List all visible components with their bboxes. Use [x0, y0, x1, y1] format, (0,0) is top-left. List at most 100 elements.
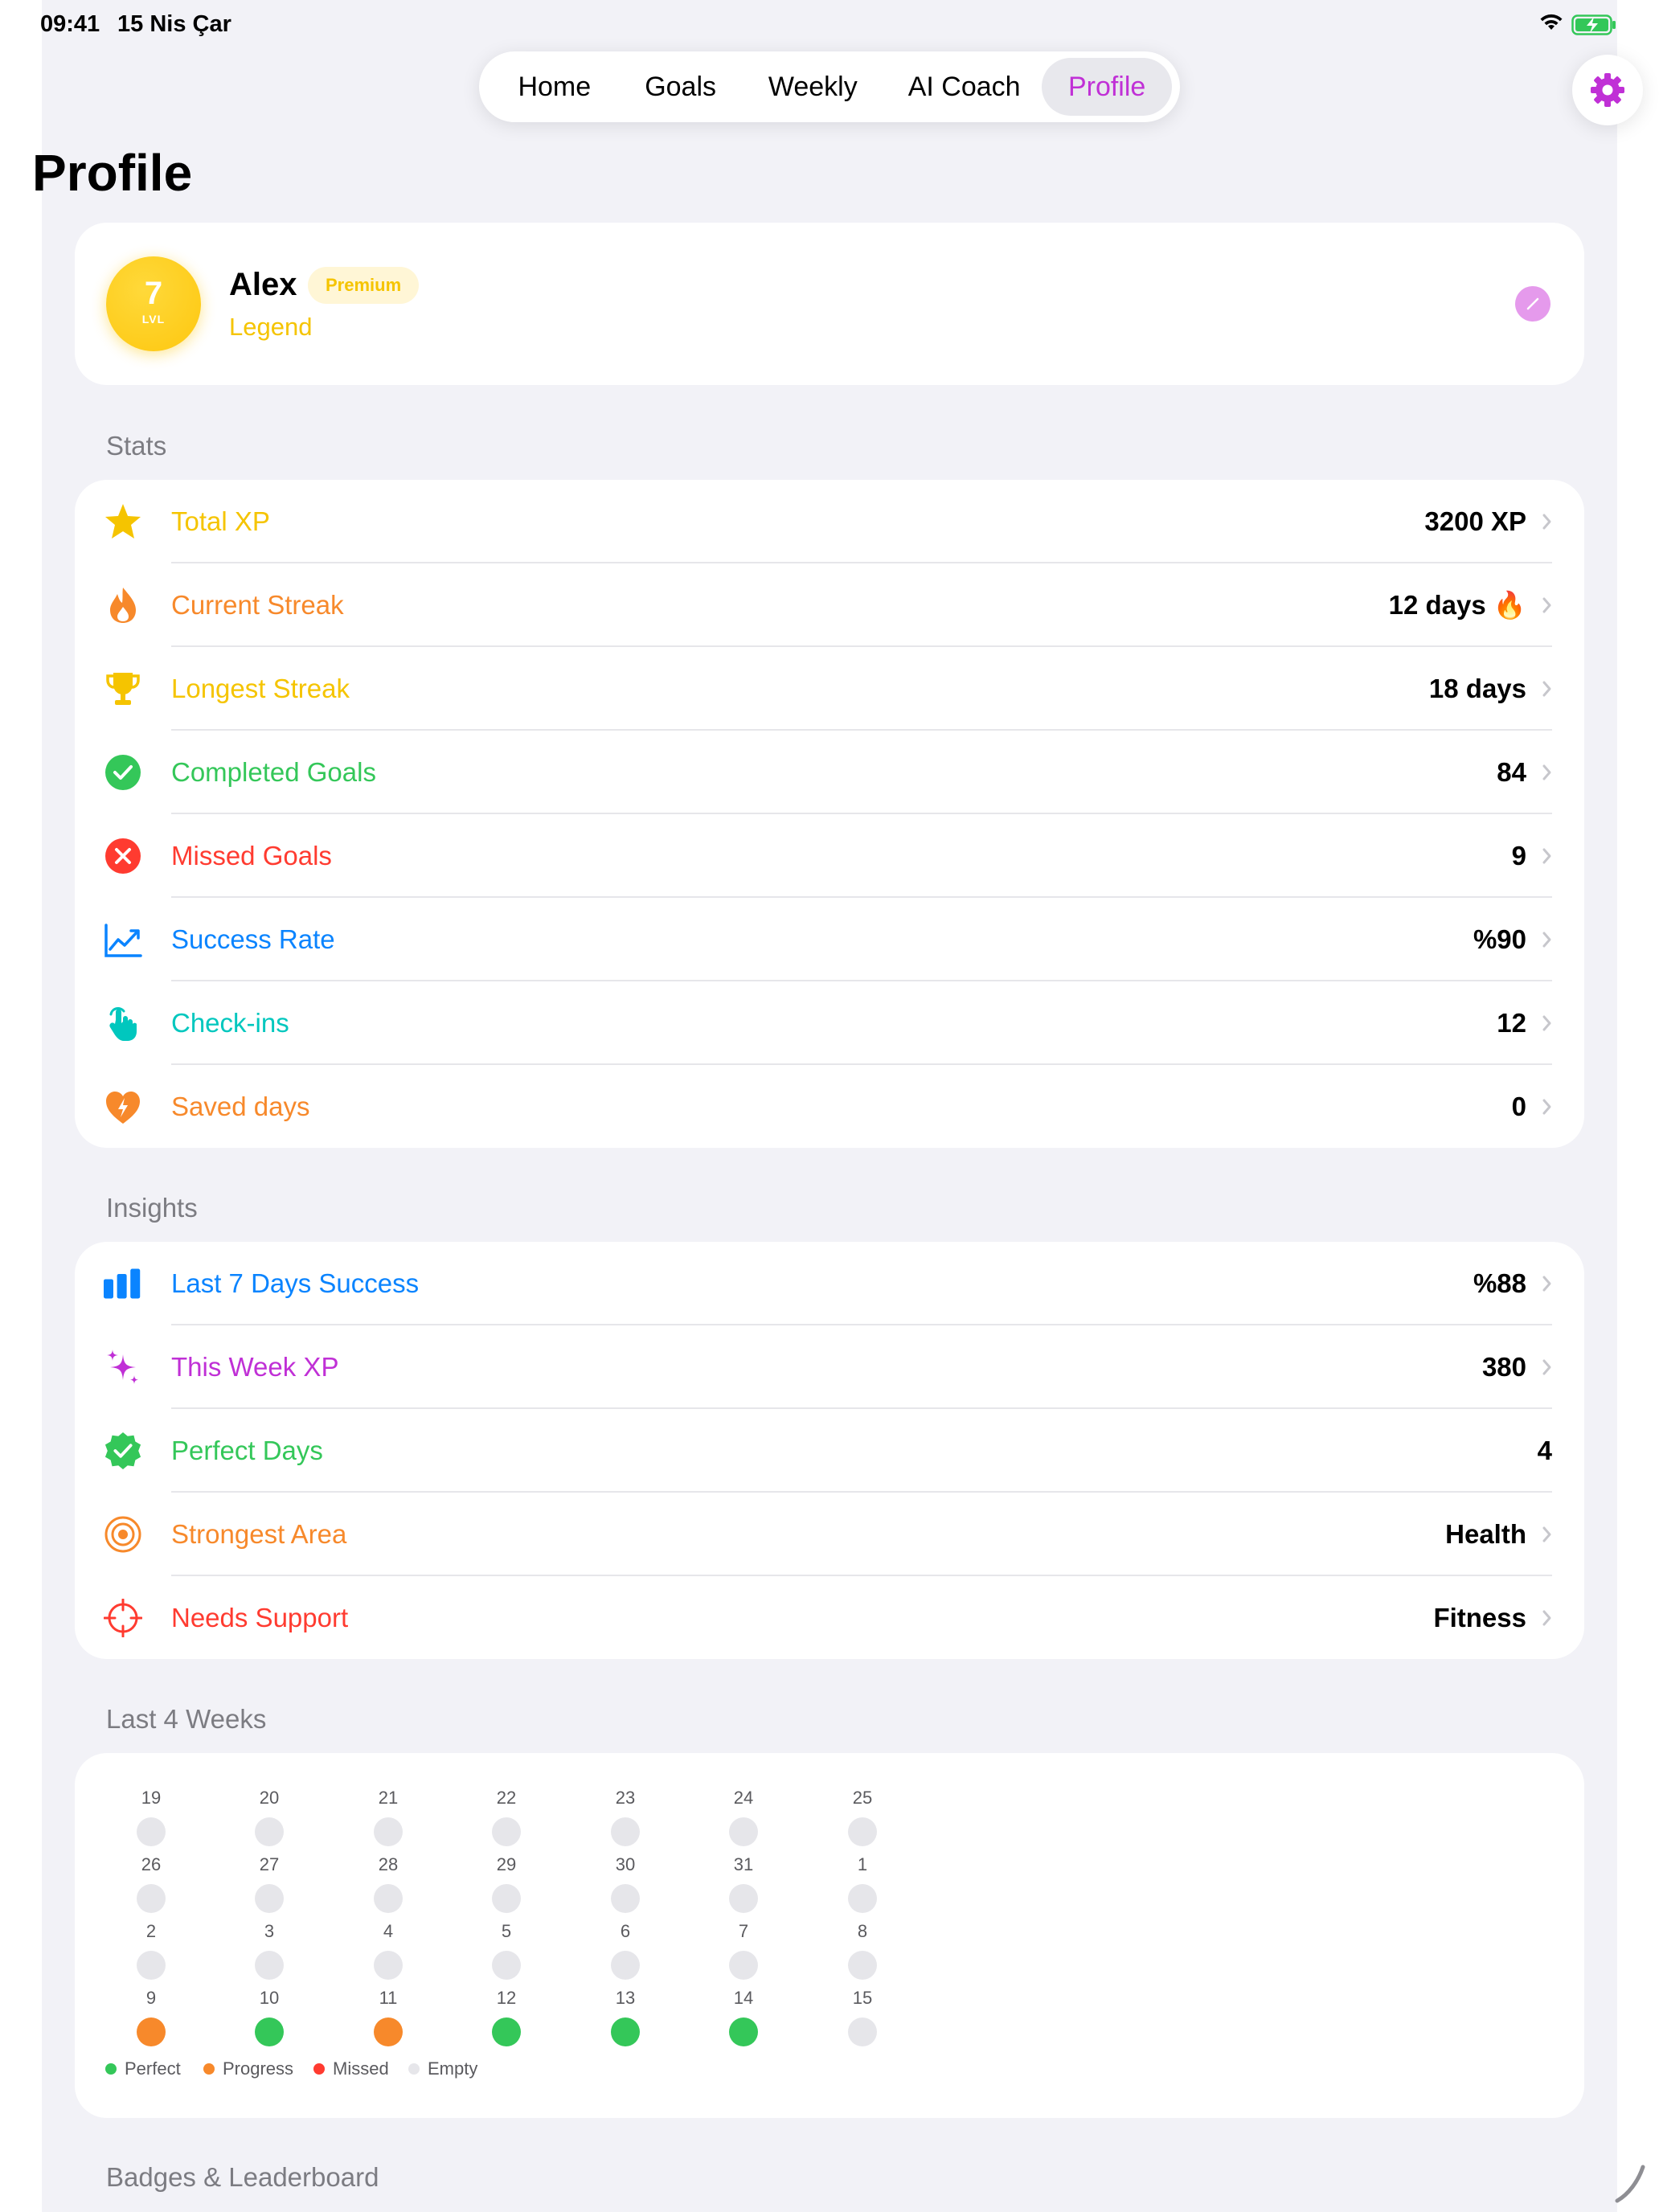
- calendar-status-dot: [611, 1884, 640, 1913]
- battery-charging-icon: [1571, 14, 1616, 35]
- stat-row-completed-goals[interactable]: Completed Goals 84: [75, 731, 1584, 814]
- stat-row-total-xp[interactable]: Total XP 3200 XP: [75, 480, 1584, 563]
- badges-section-header: Badges & Leaderboard: [106, 2162, 379, 2192]
- tab-home[interactable]: Home: [487, 58, 622, 116]
- calendar-day-cell[interactable]: 12: [474, 1987, 539, 2046]
- stat-value: 12: [1497, 1008, 1526, 1038]
- stat-label: Check-ins: [171, 1008, 289, 1038]
- calendar-day-number: 25: [852, 1788, 873, 1808]
- level-number: 7: [144, 276, 163, 311]
- stat-row-longest-streak[interactable]: Longest Streak 18 days: [75, 647, 1584, 731]
- calendar-day-cell[interactable]: 3: [237, 1920, 301, 1980]
- calendar-day-cell[interactable]: 7: [711, 1920, 776, 1980]
- stat-row-success-rate[interactable]: Success Rate %90: [75, 898, 1584, 981]
- calendar-day-number: 15: [852, 1988, 873, 2008]
- calendar-day-cell[interactable]: 31: [711, 1854, 776, 1913]
- calendar-day-cell[interactable]: 2: [119, 1920, 183, 1980]
- stats-card: Total XP 3200 XP Current Streak 12 days …: [75, 480, 1584, 1148]
- calendar-day-cell[interactable]: 9: [119, 1987, 183, 2046]
- legend-progress-label: Progress: [223, 2058, 294, 2079]
- calendar-day-number: 5: [501, 1921, 512, 1941]
- insight-row-last-7-days[interactable]: Last 7 Days Success %88: [75, 1242, 1584, 1325]
- calendar-day-cell[interactable]: 25: [830, 1787, 895, 1846]
- top-tab-bar: Home Goals Weekly AI Coach Profile: [479, 51, 1180, 122]
- legend-perfect: Perfect: [105, 2058, 181, 2079]
- insight-row-strongest-area[interactable]: Strongest Area Health: [75, 1493, 1584, 1576]
- calendar-day-cell[interactable]: 20: [237, 1787, 301, 1846]
- chevron-right-icon: [1542, 1276, 1551, 1292]
- calendar-status-dot: [492, 1817, 521, 1846]
- calendar-day-cell[interactable]: 27: [237, 1854, 301, 1913]
- calendar-day-cell[interactable]: 4: [356, 1920, 420, 1980]
- insight-row-needs-support[interactable]: Needs Support Fitness: [75, 1576, 1584, 1660]
- settings-button[interactable]: [1572, 55, 1643, 125]
- calendar-status-dot: [848, 1884, 877, 1913]
- calendar-status-dot: [848, 1817, 877, 1846]
- calendar-day-cell[interactable]: 1: [830, 1854, 895, 1913]
- calendar-day-cell[interactable]: 22: [474, 1787, 539, 1846]
- calendar-day-number: 21: [378, 1788, 399, 1808]
- calendar-day-cell[interactable]: 13: [593, 1987, 657, 2046]
- calendar-day-cell[interactable]: 11: [356, 1987, 420, 2046]
- calendar-day-number: 12: [496, 1988, 517, 2008]
- chevron-right-icon: [1542, 1359, 1551, 1375]
- stat-label: Completed Goals: [171, 757, 376, 787]
- stat-value: 18 days: [1428, 674, 1526, 703]
- calendar-status-dot: [611, 1817, 640, 1846]
- legend-progress-dot: [203, 2063, 215, 2075]
- calendar-status-dot: [255, 1951, 284, 1980]
- chevron-right-icon: [1542, 681, 1551, 697]
- calendar-day-cell[interactable]: 10: [237, 1987, 301, 2046]
- legend-progress: Progress: [203, 2058, 293, 2079]
- calendar-day-cell[interactable]: 19: [119, 1787, 183, 1846]
- chevron-right-icon: [1542, 932, 1551, 948]
- calendar-day-cell[interactable]: 28: [356, 1854, 420, 1913]
- tab-goals[interactable]: Goals: [622, 58, 739, 116]
- edit-profile-button[interactable]: [1515, 286, 1550, 322]
- calendar-day-number: 19: [141, 1788, 162, 1808]
- stat-row-current-streak[interactable]: Current Streak 12 days 🔥: [75, 563, 1584, 647]
- calendar-day-number: 9: [145, 1988, 157, 2008]
- calendar-status-dot: [255, 1884, 284, 1913]
- calendar-day-cell[interactable]: 8: [830, 1920, 895, 1980]
- calendar-status-dot: [848, 1951, 877, 1980]
- insight-row-this-week-xp[interactable]: This Week XP 380: [75, 1325, 1584, 1409]
- calendar-day-cell[interactable]: 29: [474, 1854, 539, 1913]
- insights-card: Last 7 Days Success %88 This Week XP 380…: [75, 1242, 1584, 1659]
- calendar-status-dot: [492, 2017, 521, 2046]
- chevron-right-icon: [1542, 1610, 1551, 1626]
- calendar-day-cell[interactable]: 14: [711, 1987, 776, 2046]
- tab-profile[interactable]: Profile: [1042, 58, 1172, 116]
- stat-row-saved-days[interactable]: Saved days 0: [75, 1065, 1584, 1149]
- calendar-day-cell[interactable]: 5: [474, 1920, 539, 1980]
- tab-weekly[interactable]: Weekly: [739, 58, 887, 116]
- calendar-status-dot: [611, 2017, 640, 2046]
- last-4-weeks-calendar: 19 20 21 22 23 24 25 26 27 28 29 30 31 1 2 3 4 5 6 7 8 9 10 11 1…: [75, 1753, 1584, 2118]
- calendar-day-cell[interactable]: 30: [593, 1854, 657, 1913]
- calendar-day-number: 30: [615, 1854, 636, 1874]
- calendar-day-number: 26: [141, 1854, 162, 1874]
- chevron-right-icon: [1542, 764, 1551, 780]
- stat-row-missed-goals[interactable]: Missed Goals 9: [75, 814, 1584, 898]
- calendar-status-dot: [137, 1951, 166, 1980]
- trend-chart-icon: [104, 920, 142, 959]
- calendar-day-cell[interactable]: 26: [119, 1854, 183, 1913]
- stat-value: 84: [1497, 757, 1526, 787]
- calendar-status-dot: [255, 2017, 284, 2046]
- calendar-day-cell[interactable]: 6: [593, 1920, 657, 1980]
- insight-value: Fitness: [1433, 1603, 1526, 1632]
- insight-value: 380: [1481, 1352, 1526, 1382]
- calendar-status-dot: [374, 1884, 403, 1913]
- calendar-day-cell[interactable]: 21: [356, 1787, 420, 1846]
- calendar-status-dot: [255, 1817, 284, 1846]
- calendar-status-dot: [729, 1817, 758, 1846]
- calendar-status-dot: [729, 2017, 758, 2046]
- calendar-status-dot: [611, 1951, 640, 1980]
- calendar-day-cell[interactable]: 23: [593, 1787, 657, 1846]
- calendar-day-cell[interactable]: 24: [711, 1787, 776, 1846]
- tab-ai-coach[interactable]: AI Coach: [887, 58, 1042, 116]
- tap-hand-icon: [104, 1004, 142, 1043]
- stat-row-check-ins[interactable]: Check-ins 12: [75, 981, 1584, 1065]
- calendar-day-cell[interactable]: 15: [830, 1987, 895, 2046]
- calendar-day-number: 27: [259, 1854, 280, 1874]
